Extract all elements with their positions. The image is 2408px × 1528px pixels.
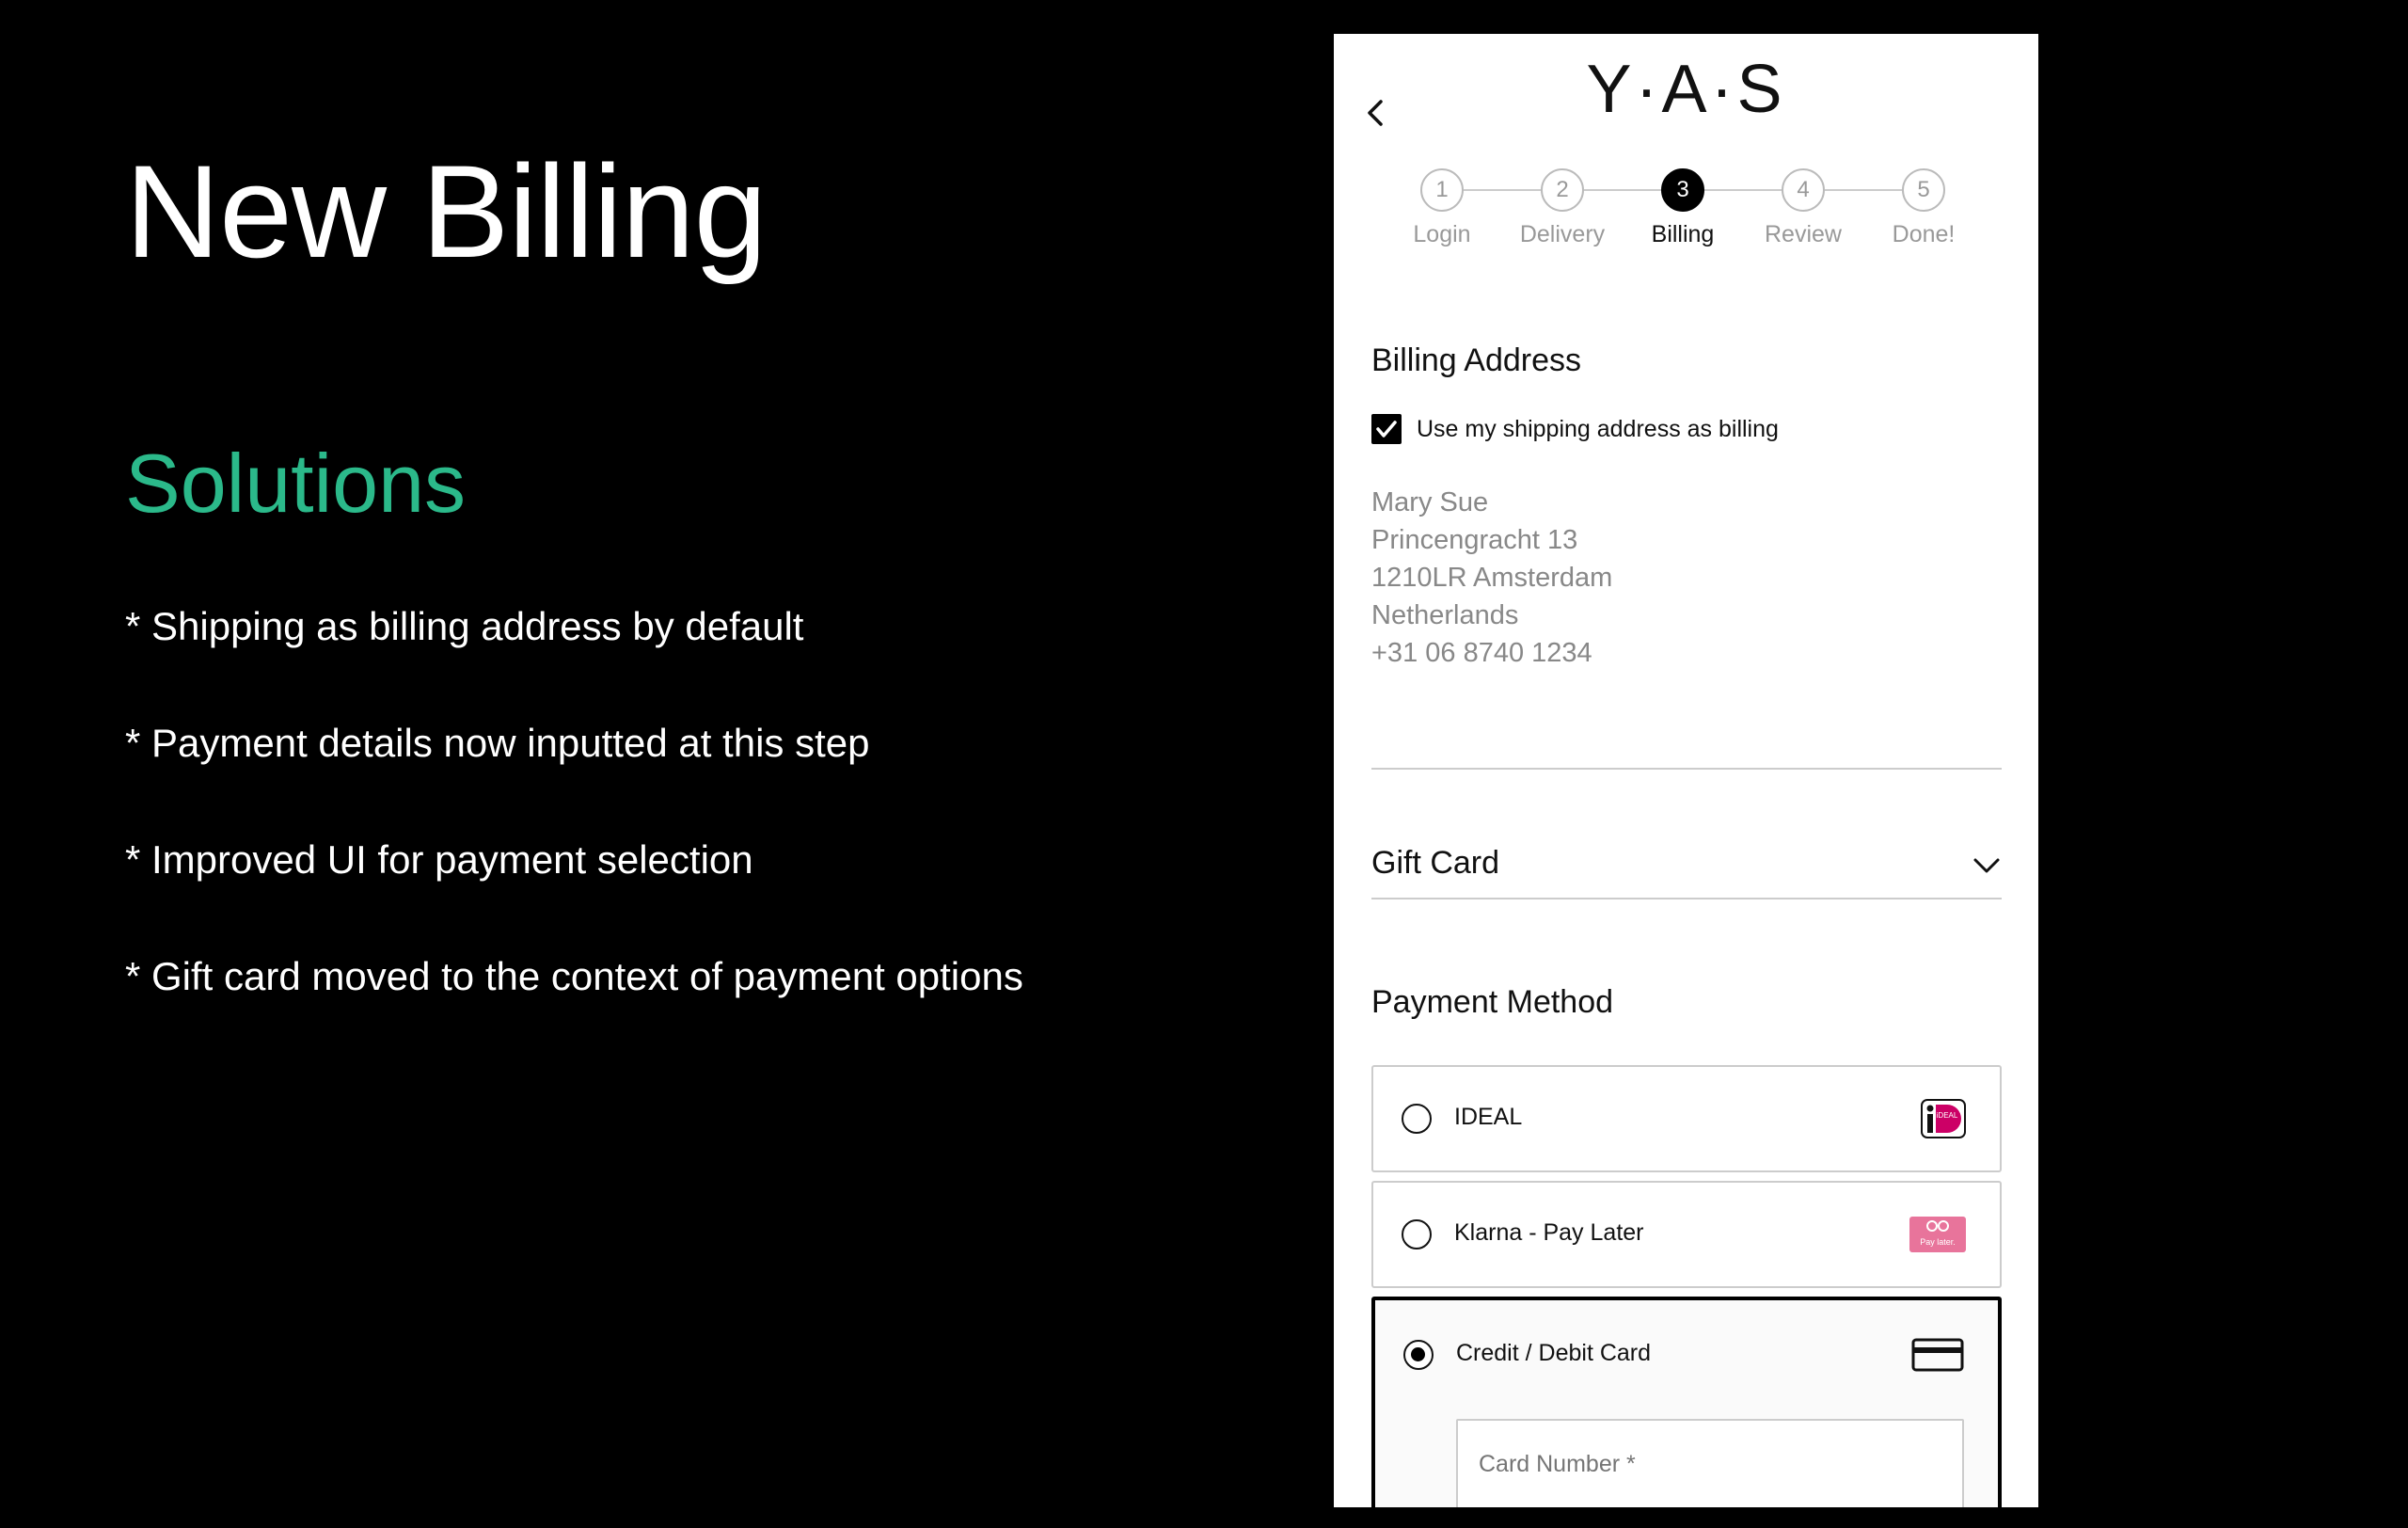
step-review: 4 Review [1742,168,1864,248]
step-label: Done! [1892,221,1956,247]
payment-option-klarna[interactable]: Klarna - Pay Later Pay later. [1371,1181,2002,1288]
checkout-stepper: 1 Login 2 Delivery 3 Billing 4 Review 5 … [1400,168,1992,272]
step-label: Login [1413,221,1471,247]
klarna-icon-text: Pay later. [1920,1236,1956,1247]
credit-card-icon [1911,1338,1964,1372]
step-number: 3 [1661,168,1704,212]
klarna-face-icon [1926,1220,1949,1232]
billing-address-title: Billing Address [1371,342,1582,378]
step-delivery: 2 Delivery [1501,168,1624,248]
step-number: 4 [1782,168,1825,212]
gift-card-title: Gift Card [1371,845,1500,881]
klarna-icon: Pay later. [1909,1217,1966,1252]
use-shipping-checkbox[interactable] [1371,414,1402,444]
radio-button[interactable] [1402,1219,1432,1249]
checkout-screen: Y·A·S 1 Login 2 Delivery 3 Billing 4 Rev… [1334,34,2038,1507]
address-line: 1210LR Amsterdam [1371,563,1613,593]
step-done: 5 Done! [1862,168,1985,248]
gift-card-toggle[interactable]: Gift Card [1371,804,2002,931]
address-line: Mary Sue [1371,487,1489,517]
address-line: Netherlands [1371,600,1519,630]
payment-option-label: Klarna - Pay Later [1454,1219,1644,1246]
step-label: Billing [1651,221,1715,247]
step-number: 2 [1541,168,1584,212]
payment-option-label: Credit / Debit Card [1456,1340,1652,1366]
payment-option-ideal[interactable]: IDEAL iDEAL [1371,1065,2002,1172]
step-billing: 3 Billing [1622,168,1744,248]
radio-button[interactable] [1403,1340,1434,1370]
payment-option-card[interactable]: Credit / Debit Card [1371,1297,2002,1507]
payment-method-title: Payment Method [1371,984,1614,1020]
divider [1371,898,2002,899]
slide-subtitle: Solutions [125,437,467,530]
address-line: +31 06 8740 1234 [1371,638,1592,668]
brand-logo: Y·A·S [1586,52,1786,127]
solution-item: * Improved UI for payment selection [125,837,753,882]
svg-text:iDEAL: iDEAL [1937,1111,1958,1120]
payment-option-label: IDEAL [1454,1104,1523,1130]
solution-item: * Payment details now inputted at this s… [125,721,870,765]
slide-title: New Billing [125,137,767,285]
card-number-input[interactable] [1456,1419,1964,1507]
solution-list: * Shipping as billing address by default… [125,607,1023,1074]
checkmark-icon [1376,421,1397,438]
solution-item: * Gift card moved to the context of paym… [125,954,1023,998]
radio-button[interactable] [1402,1104,1432,1134]
chevron-down-icon [1973,858,2000,873]
ideal-icon: iDEAL [1921,1099,1966,1138]
step-number: 5 [1902,168,1945,212]
step-number: 1 [1420,168,1464,212]
solution-item: * Shipping as billing address by default [125,604,804,648]
step-label: Review [1765,221,1842,247]
step-login: 1 Login [1381,168,1503,248]
step-label: Delivery [1519,221,1606,247]
divider [1371,768,2002,770]
address-line: Princengracht 13 [1371,525,1578,555]
use-shipping-label[interactable]: Use my shipping address as billing [1417,414,1779,444]
billing-address-block: Mary Sue Princengracht 13 1210LR Amsterd… [1371,484,1612,672]
